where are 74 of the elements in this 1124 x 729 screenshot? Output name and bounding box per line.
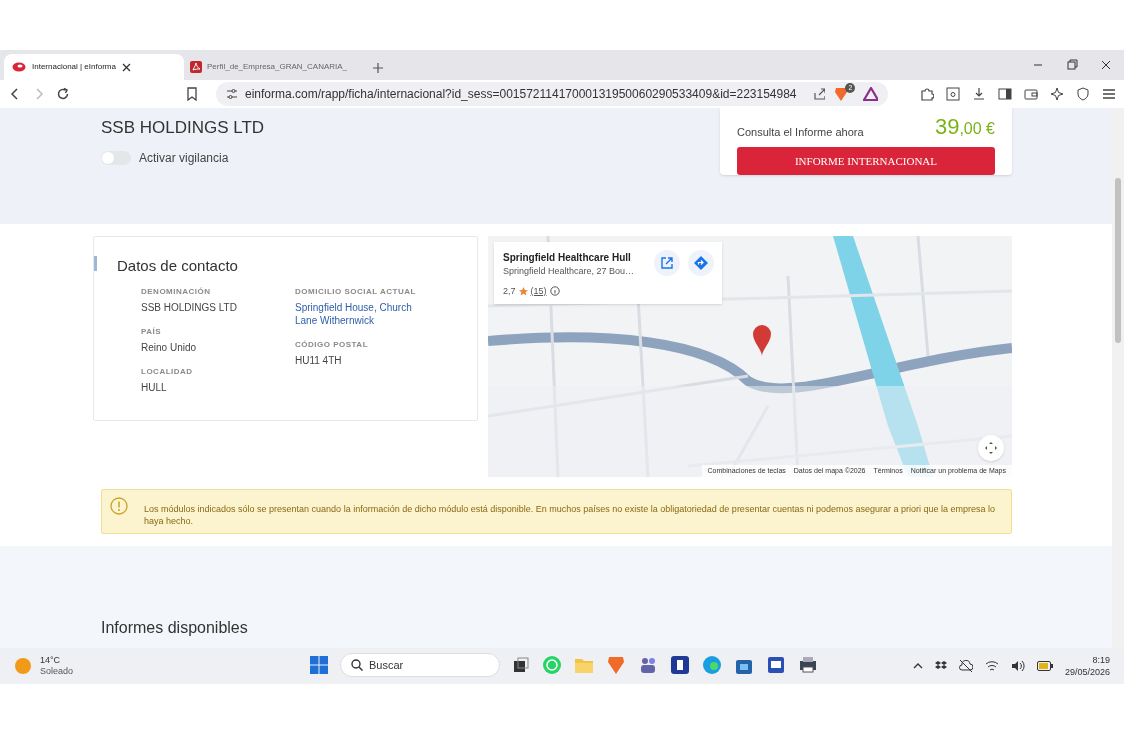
star-icon bbox=[518, 286, 528, 296]
warning-icon bbox=[110, 497, 128, 515]
window-search-icon[interactable] bbox=[946, 87, 960, 101]
menu-icon[interactable] bbox=[1102, 87, 1116, 101]
browser-tab[interactable]: Internacional | eInforma bbox=[4, 54, 184, 80]
sidebar-icon[interactable] bbox=[998, 87, 1012, 101]
triangle-icon[interactable] bbox=[863, 87, 878, 101]
browser-tab[interactable]: Perfil_de_Empresa_GRAN_CANARIA_ bbox=[184, 54, 364, 80]
dropbox-icon[interactable] bbox=[934, 660, 947, 672]
battery-icon[interactable] bbox=[1036, 661, 1053, 671]
reload-icon[interactable] bbox=[56, 87, 70, 101]
price: 39,00 € bbox=[934, 113, 995, 141]
download-icon[interactable] bbox=[972, 87, 986, 101]
field-label: LOCALIDAD bbox=[141, 365, 194, 378]
field-value: Reino Unido bbox=[141, 340, 198, 354]
directions-icon bbox=[694, 256, 708, 270]
tab-title: Internacional | eInforma bbox=[32, 61, 116, 73]
search-icon bbox=[351, 659, 363, 671]
people-icon[interactable] bbox=[638, 655, 658, 675]
printer-icon[interactable] bbox=[798, 655, 818, 675]
address-link[interactable]: Springfield House, Church Lane Withernwick bbox=[295, 300, 425, 327]
tab-title: Perfil_de_Empresa_GRAN_CANARIA_ bbox=[207, 61, 348, 73]
wave-browser-icon[interactable] bbox=[702, 655, 722, 675]
external-link-icon bbox=[661, 257, 673, 269]
cloud-off-icon[interactable] bbox=[958, 659, 973, 673]
close-icon[interactable] bbox=[121, 62, 131, 72]
sparkle-icon[interactable] bbox=[1050, 87, 1064, 101]
notice-text: Los módulos indicados sólo se presentan cuando la información de dicho módulo está disponible. En muchos países no existe la obligatoriedad de presentar cuentas ni podemos asegurar a priori que la empresa lo haya hecho. bbox=[143, 502, 997, 527]
plus-icon[interactable] bbox=[372, 62, 384, 74]
clock-date[interactable]: 29/05/2026 bbox=[1064, 666, 1110, 678]
clock-time[interactable]: 8:19 bbox=[1064, 654, 1110, 666]
puzzle-icon[interactable] bbox=[920, 87, 934, 101]
section-title: Datos de contacto bbox=[117, 256, 239, 276]
start-icon[interactable] bbox=[310, 656, 328, 674]
url-text: einforma.com/rapp/ficha/internacional?id_sess=00157211417000131950060290533409&id=223154984 bbox=[245, 86, 797, 103]
site-logo-icon bbox=[12, 62, 26, 72]
square-app-icon[interactable] bbox=[670, 655, 690, 675]
field-label: DENOMINACIÓN bbox=[141, 285, 212, 298]
scrollbar[interactable] bbox=[1112, 108, 1124, 648]
toggle-label: Activar vigilancia bbox=[139, 149, 229, 167]
shield-icon[interactable] bbox=[1076, 87, 1090, 101]
field-value: SSB HOLDINGS LTD bbox=[141, 300, 238, 314]
rating-value: 2,7 bbox=[503, 284, 516, 298]
place-address: Springfield Healthcare, 27 Bou… bbox=[503, 265, 635, 278]
recenter-icon bbox=[984, 441, 998, 455]
share-icon[interactable] bbox=[812, 87, 826, 101]
wallet-icon[interactable] bbox=[1024, 87, 1038, 101]
printer-app-icon[interactable] bbox=[766, 655, 786, 675]
task-view-icon[interactable] bbox=[512, 656, 530, 674]
restore-icon[interactable] bbox=[1066, 59, 1078, 71]
temperature: 14°C bbox=[40, 655, 62, 666]
report-button[interactable]: INFORME INTERNACIONAL bbox=[737, 147, 995, 175]
search-field[interactable]: Buscar bbox=[340, 653, 500, 677]
place-name: Springfield Healthcare Hull bbox=[503, 251, 631, 265]
site-settings-icon[interactable] bbox=[226, 88, 237, 100]
field-value: HU11 4TH bbox=[295, 353, 343, 367]
wifi-icon[interactable] bbox=[984, 660, 999, 672]
search-input[interactable]: Buscar bbox=[369, 656, 479, 674]
bookmark-icon[interactable] bbox=[186, 87, 198, 101]
weather-condition: Soleado bbox=[40, 666, 74, 677]
field-label: DOMICILIO SOCIAL ACTUAL bbox=[295, 285, 417, 298]
field-value: HULL bbox=[141, 380, 168, 394]
chevron-up-icon[interactable] bbox=[912, 661, 923, 671]
reviews-link[interactable]: (15) bbox=[530, 284, 547, 298]
toggle-switch[interactable] bbox=[101, 150, 131, 165]
speaker-icon[interactable] bbox=[1010, 660, 1025, 672]
info-icon[interactable] bbox=[549, 286, 560, 297]
offer-prompt: Consulta el Informe ahora bbox=[737, 124, 864, 140]
company-name: SSB HOLDINGS LTD bbox=[101, 117, 265, 139]
close-icon[interactable] bbox=[1100, 59, 1112, 71]
field-label: CÓDIGO POSTAL bbox=[295, 338, 370, 351]
field-label: PAÍS bbox=[141, 325, 163, 338]
pdf-icon bbox=[190, 61, 202, 73]
section-heading: Informes disponibles bbox=[101, 618, 249, 638]
